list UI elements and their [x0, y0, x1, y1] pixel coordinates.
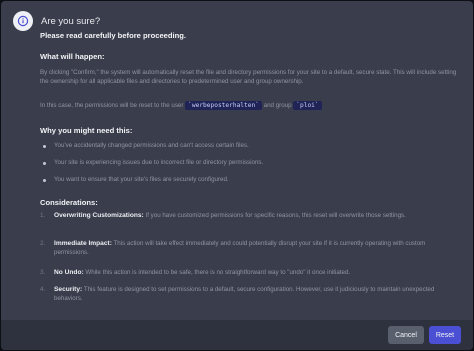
why-list-item: You've accidentally changed permissions … — [40, 142, 249, 151]
consideration-item: 2. Immediate Impact: This action will ta… — [40, 240, 460, 257]
consideration-number: 3. — [40, 269, 46, 276]
consideration-number: 2. — [40, 240, 46, 247]
reset-button[interactable]: Reset — [429, 326, 461, 344]
consideration-item: 3. No Undo: While this action is intende… — [40, 269, 460, 278]
why-list-item: Your site is experiencing issues due to … — [40, 159, 263, 168]
bullet-icon — [43, 162, 46, 165]
consideration-text: This feature is designed to set permissi… — [54, 286, 435, 302]
why-list-item: You want to ensure that your site's file… — [40, 176, 229, 185]
why-item-text: You've accidentally changed permissions … — [54, 142, 249, 149]
consideration-label: Immediate Impact: — [54, 240, 112, 247]
dialog-header: Are you sure? — [13, 11, 100, 31]
consideration-label: Security: — [54, 286, 83, 293]
what-heading: What will happen: — [40, 52, 105, 61]
cancel-button[interactable]: Cancel — [388, 326, 424, 344]
dialog-footer: Cancel Reset — [1, 320, 473, 350]
consideration-text: While this action is intended to be safe… — [85, 269, 351, 276]
why-item-text: You want to ensure that your site's file… — [54, 176, 229, 183]
intro-text: Please read carefully before proceeding. — [40, 31, 187, 40]
why-item-text: Your site is experiencing issues due to … — [54, 159, 264, 166]
info-icon — [13, 11, 33, 31]
reset-target-paragraph: In this case, the permissions will be re… — [40, 101, 460, 111]
consideration-item: 4. Security: This feature is designed to… — [40, 286, 460, 303]
bullet-icon — [43, 145, 46, 148]
considerations-heading: Considerations: — [40, 198, 98, 207]
bullet-icon — [43, 179, 46, 182]
consideration-label: Overwriting Customizations: — [54, 212, 144, 219]
consideration-number: 1. — [40, 212, 46, 219]
confirm-dialog: Are you sure? Please read carefully befo… — [1, 1, 473, 350]
consideration-item: 1. Overwriting Customizations: If you ha… — [40, 212, 460, 221]
what-paragraph: By clicking "Confirm," the system will a… — [40, 69, 457, 85]
consideration-label: No Undo: — [54, 269, 84, 276]
dialog-title: Are you sure? — [41, 15, 101, 27]
user-code: `werbeposterhalten` — [185, 101, 262, 110]
consideration-number: 4. — [40, 286, 46, 293]
why-heading: Why you might need this: — [40, 126, 133, 135]
reset-target-and: and group — [263, 102, 292, 109]
reset-target-text: In this case, the permissions will be re… — [40, 102, 184, 109]
group-code: `ploi` — [293, 101, 322, 110]
consideration-text: If you have customized permissions for s… — [145, 212, 406, 219]
